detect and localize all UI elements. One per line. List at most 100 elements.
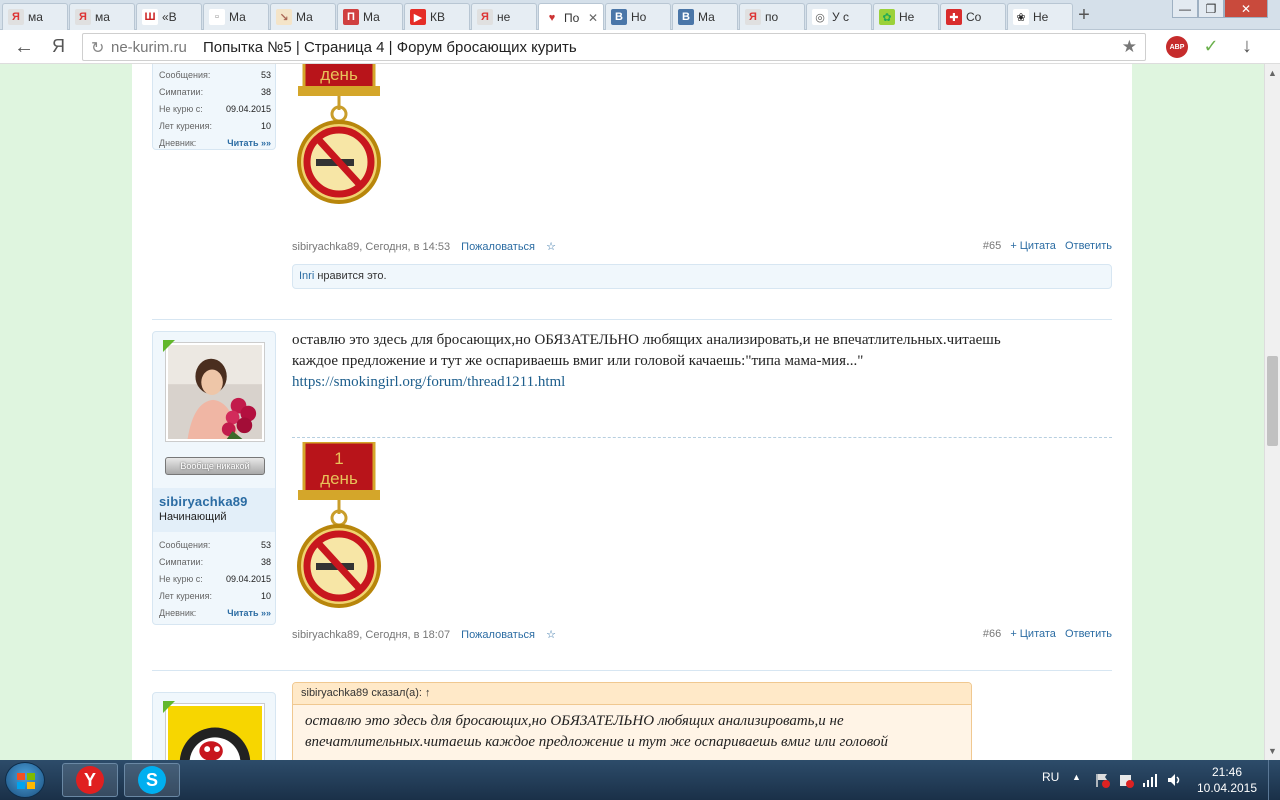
- show-desktop-button[interactable]: [1268, 760, 1280, 800]
- browser-tab[interactable]: ✚ Со: [940, 3, 1006, 30]
- bookmark-star-icon[interactable]: ★: [1122, 37, 1137, 57]
- browser-tab[interactable]: В Ма: [672, 3, 738, 30]
- browser-tab[interactable]: П Ма: [337, 3, 403, 30]
- tab-favicon-icon: Я: [75, 9, 91, 25]
- user-stats: Сообщения: 53 Симпатии: 38 Не курю с: 09.04…: [159, 67, 271, 152]
- post-65-controls: #65 + Цитата Ответить: [952, 240, 1112, 252]
- quote-button[interactable]: + Цитата: [1010, 240, 1056, 252]
- browser-tab[interactable]: ❀ Не: [1007, 3, 1073, 30]
- tab-label: По: [564, 10, 580, 25]
- tab-label: Не: [899, 10, 915, 24]
- browser-tab[interactable]: ▫ Ма: [203, 3, 269, 30]
- stat-messages: 53: [260, 540, 271, 550]
- adblock-plus-icon[interactable]: ABP: [1166, 36, 1188, 58]
- stat-label-diary: Дневник:: [159, 138, 197, 148]
- scrollbar-thumb[interactable]: [1267, 356, 1278, 446]
- minimize-button[interactable]: —: [1172, 0, 1198, 18]
- action-center-flag-icon[interactable]: [1094, 772, 1110, 800]
- browser-tab[interactable]: ◎ У с: [806, 3, 872, 30]
- network-signal-icon[interactable]: [1142, 772, 1158, 800]
- tab-label: Не: [1033, 10, 1049, 24]
- thread-link[interactable]: https://smokingirl.org/forum/thread1211.…: [292, 374, 565, 390]
- browser-tab[interactable]: Яма: [2, 3, 68, 30]
- reply-button[interactable]: Ответить: [1065, 628, 1112, 640]
- report-link[interactable]: Пожаловаться: [461, 241, 535, 253]
- quote-button[interactable]: + Цитата: [1010, 628, 1056, 640]
- user-card-post-67: [152, 692, 276, 760]
- scroll-down-arrow-icon[interactable]: ▼: [1268, 746, 1277, 756]
- post-author[interactable]: sibiryachka89: [292, 629, 359, 641]
- back-arrow-icon[interactable]: ←: [14, 36, 34, 59]
- stat-label-diary: Дневник:: [159, 608, 197, 618]
- browser-tab[interactable]: Яма: [69, 3, 135, 30]
- tab-label: У с: [832, 10, 849, 24]
- stat-quit-since: 09.04.2015: [225, 574, 271, 584]
- no-smoking-medal-post-66: 1 день: [297, 442, 381, 608]
- post-number[interactable]: #65: [983, 240, 1001, 252]
- tab-favicon-icon: ▫: [209, 9, 225, 25]
- address-bar[interactable]: ↻ ne-kurim.ru Попытка №5 | Страница 4 | …: [82, 33, 1146, 61]
- liker-link[interactable]: Inri: [299, 270, 314, 282]
- reload-icon[interactable]: ↻: [91, 38, 104, 58]
- tab-favicon-icon: П: [343, 9, 359, 25]
- browser-tab[interactable]: ↘ Ма: [270, 3, 336, 30]
- post-author[interactable]: sibiryachka89: [292, 241, 359, 253]
- new-tab-button[interactable]: +: [1072, 5, 1096, 25]
- browser-tab[interactable]: ▶ КВ: [404, 3, 470, 30]
- shield-icon[interactable]: ✓: [1200, 36, 1222, 58]
- tab-label: по: [765, 10, 779, 24]
- taskbar-skype[interactable]: S: [124, 763, 180, 797]
- user-card-post-65: Сообщения: 53 Симпатии: 38 Не курю с: 09.04…: [152, 64, 276, 150]
- volume-icon[interactable]: [1166, 772, 1184, 800]
- reply-button[interactable]: Ответить: [1065, 240, 1112, 252]
- username-link[interactable]: sibiryachka89: [159, 494, 269, 509]
- tab-favicon-icon: В: [678, 9, 694, 25]
- tab-label: ма: [95, 10, 110, 24]
- show-hidden-icons-arrow-icon[interactable]: ▲: [1072, 772, 1081, 800]
- yandex-logo-icon[interactable]: Я: [52, 36, 65, 57]
- tab-favicon-icon: ✿: [879, 9, 895, 25]
- taskbar-yandex-browser[interactable]: Y: [62, 763, 118, 797]
- quote-line: впечатлительных.читаешь каждое предложен…: [305, 734, 889, 750]
- avatar[interactable]: [163, 340, 265, 442]
- close-window-button[interactable]: ✕: [1224, 0, 1268, 18]
- medal-number: 1: [334, 449, 343, 468]
- avatar[interactable]: [163, 701, 265, 760]
- tab-label: Ма: [363, 10, 380, 24]
- medal-text: день: [320, 65, 358, 84]
- quote-author[interactable]: sibiryachka89 сказал(а): ↑: [293, 683, 971, 705]
- message-line: оставлю это здесь для бросающих,но ОБЯЗА…: [292, 332, 1001, 348]
- report-link[interactable]: Пожаловаться: [461, 629, 535, 641]
- post-divider: [152, 670, 1112, 671]
- tab-favicon-icon: ▶: [410, 9, 426, 25]
- download-icon[interactable]: ↓: [1242, 35, 1252, 58]
- vertical-scrollbar[interactable]: ▲ ▼: [1264, 64, 1280, 760]
- diary-read-link[interactable]: Читать »»: [227, 135, 271, 152]
- stat-messages: 53: [260, 70, 271, 80]
- browser-tab[interactable]: В Но: [605, 3, 671, 30]
- browser-tab[interactable]: Ш «В: [136, 3, 202, 30]
- tab-favicon-icon: В: [611, 9, 627, 25]
- bookmark-star-icon[interactable]: ☆: [546, 629, 556, 641]
- language-indicator[interactable]: RU: [1042, 770, 1059, 800]
- tab-favicon-icon: ◎: [812, 9, 828, 25]
- start-button[interactable]: [5, 762, 45, 798]
- browser-tab[interactable]: ✿ Не: [873, 3, 939, 30]
- scroll-up-arrow-icon[interactable]: ▲: [1268, 68, 1277, 78]
- system-clock[interactable]: 21:46 10.04.2015: [1196, 764, 1258, 796]
- stat-label-messages: Сообщения:: [159, 540, 211, 550]
- post-date[interactable]: Сегодня, в 14:53: [365, 241, 450, 253]
- tray-app-icon[interactable]: [1118, 772, 1134, 800]
- maximize-button[interactable]: ❐: [1198, 0, 1224, 18]
- diary-read-link[interactable]: Читать »»: [227, 605, 271, 622]
- post-date[interactable]: Сегодня, в 18:07: [365, 629, 450, 641]
- bookmark-star-icon[interactable]: ☆: [546, 241, 556, 253]
- post-number[interactable]: #66: [983, 628, 1001, 640]
- clock-time: 21:46: [1211, 765, 1243, 779]
- tab-label: Ма: [698, 10, 715, 24]
- tab-label: ма: [28, 10, 43, 24]
- close-tab-icon[interactable]: ✕: [588, 11, 598, 25]
- browser-tab[interactable]: Япо: [739, 3, 805, 30]
- browser-tab[interactable]: ♥ По ✕: [538, 3, 604, 31]
- browser-tab[interactable]: Яне: [471, 3, 537, 30]
